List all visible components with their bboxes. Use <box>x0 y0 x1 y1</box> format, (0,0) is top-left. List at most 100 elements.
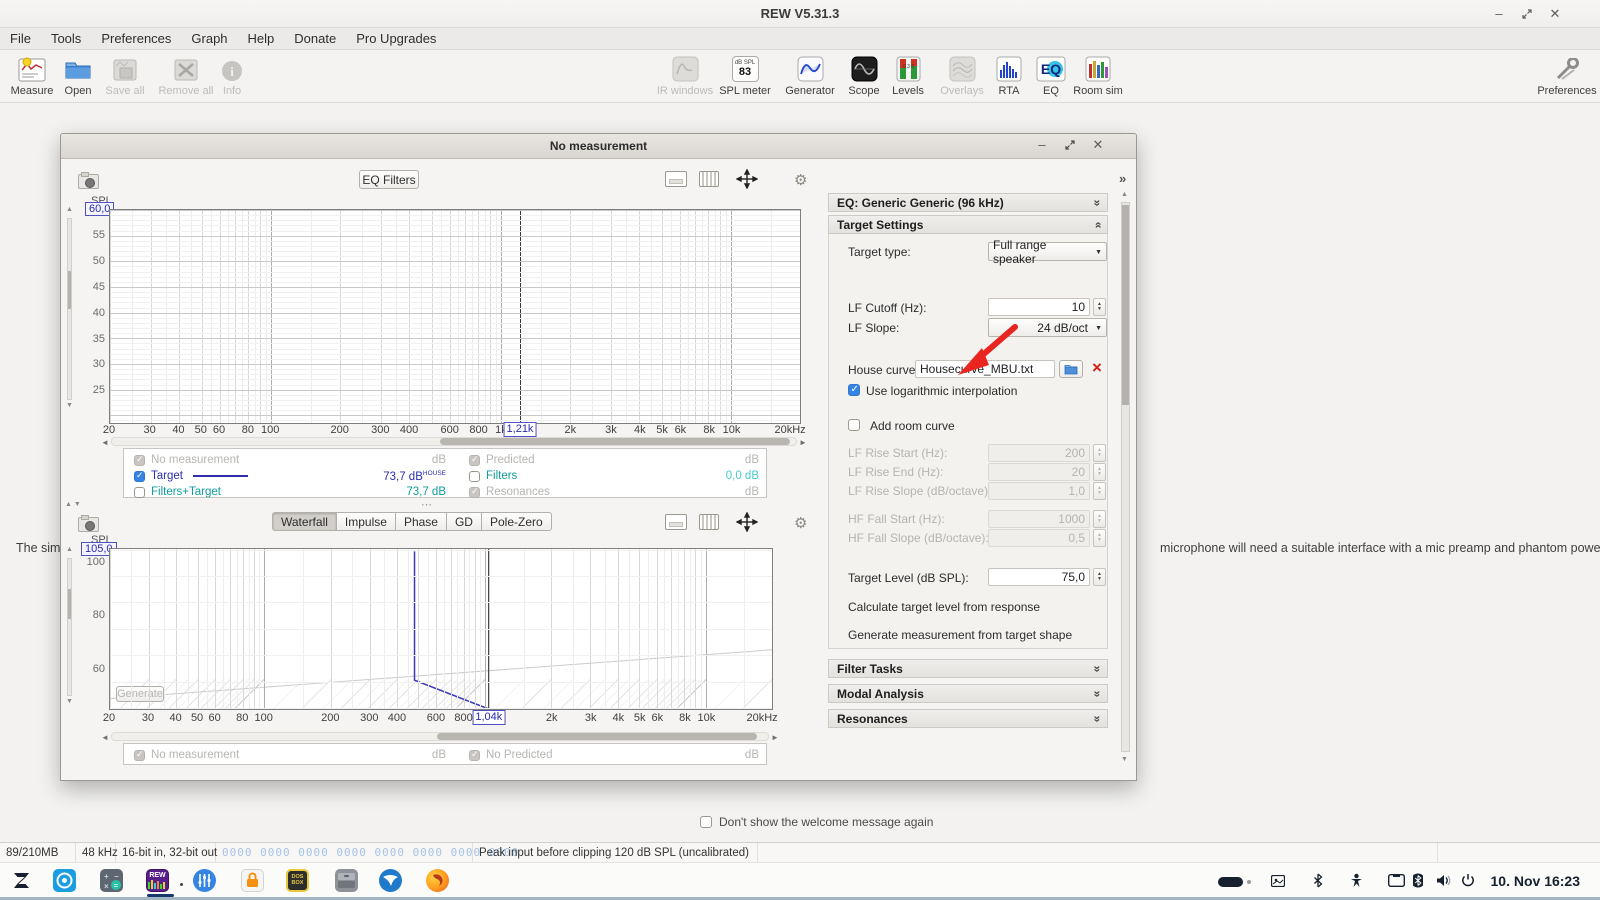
app-minimize-button[interactable]: – <box>1490 5 1508 23</box>
legend-checkbox-icon[interactable] <box>469 487 480 498</box>
spl-meter-button[interactable]: dB SPL 83 SPL meter <box>718 52 772 97</box>
screenshot-icon[interactable] <box>1271 875 1285 887</box>
house-curve-browse-button[interactable] <box>1059 360 1083 378</box>
log-interpolation-checkbox[interactable] <box>848 384 860 396</box>
target-level-spinner[interactable] <box>1093 568 1106 586</box>
rta-button[interactable]: RTA <box>992 52 1026 97</box>
software-store-icon[interactable] <box>53 869 76 892</box>
waterfall-plot[interactable]: Generate <box>109 548 773 710</box>
file-manager-icon[interactable] <box>335 869 358 892</box>
legend-row[interactable]: No Predicted dB <box>469 747 759 763</box>
house-curve-input[interactable]: Housecurve_MBU.txt <box>915 360 1055 378</box>
eq-button[interactable]: EQ EQ <box>1034 52 1068 97</box>
scroll-down-icon[interactable]: ▼ <box>1121 756 1128 763</box>
panel-vscrollbar[interactable] <box>1121 202 1130 752</box>
legend-row[interactable]: Resonances dB <box>469 484 759 500</box>
pane-layout-icon[interactable] <box>699 514 719 530</box>
bottom-graph-hscrollbar[interactable] <box>111 732 769 741</box>
legend-checkbox-icon[interactable] <box>469 750 480 761</box>
menu-item[interactable]: Tools <box>41 29 91 48</box>
graph-layout-icon[interactable] <box>665 171 687 187</box>
graph-tab[interactable]: GD <box>447 512 482 531</box>
accessibility-icon[interactable] <box>1350 873 1363 888</box>
app-close-button[interactable]: ✕ <box>1546 5 1564 23</box>
eq-device-header[interactable]: EQ: Generic Generic (96 kHz) » <box>828 193 1108 212</box>
target-level-input[interactable]: 75,0 <box>988 568 1090 586</box>
menu-item[interactable]: Help <box>238 29 285 48</box>
power-icon[interactable] <box>1461 873 1475 887</box>
legend-row[interactable]: Filters+Target 73,7 dB <box>134 484 446 500</box>
legend-checkbox-icon[interactable] <box>134 455 145 466</box>
measure-button[interactable]: Measure <box>6 52 58 97</box>
filter-tasks-header[interactable]: Filter Tasks » <box>828 659 1108 678</box>
app-restore-button[interactable] <box>1518 5 1536 23</box>
graph-tab[interactable]: Phase <box>396 512 447 531</box>
child-titlebar[interactable]: No measurement – ✕ <box>61 134 1136 159</box>
preferences-button[interactable]: Preferences <box>1536 52 1598 97</box>
thunderbird-icon[interactable] <box>379 869 402 892</box>
add-room-curve-checkbox[interactable] <box>848 419 860 431</box>
room-sim-button[interactable]: Room sim <box>1072 52 1124 97</box>
open-button[interactable]: Open <box>56 52 100 97</box>
scroll-right-icon[interactable]: ► <box>799 438 807 447</box>
pan-zoom-icon[interactable] <box>736 512 758 532</box>
menu-item[interactable]: File <box>0 29 41 48</box>
levels-button[interactable]: 0 3 6 Levels <box>888 52 928 97</box>
menu-item[interactable]: Graph <box>181 29 237 48</box>
capture-graph-icon[interactable] <box>78 517 99 532</box>
battery-icon[interactable] <box>1218 877 1243 887</box>
splitter-arrows-icon[interactable]: ▲ ▼ <box>65 501 81 508</box>
legend-checkbox-icon[interactable] <box>469 471 480 482</box>
calculator-icon[interactable]: +−× = <box>100 869 123 892</box>
child-restore-button[interactable] <box>1061 136 1079 154</box>
scrollbar-thumb[interactable] <box>437 733 757 740</box>
rew-taskbar-icon[interactable]: REW <box>146 869 169 892</box>
top-graph-hscrollbar[interactable] <box>111 437 797 446</box>
lf-cutoff-spinner[interactable] <box>1093 298 1106 316</box>
graph-settings-gear-icon[interactable]: ⚙ <box>794 514 807 532</box>
bluetooth-icon[interactable] <box>1313 873 1323 888</box>
volume-icon[interactable] <box>1436 874 1451 887</box>
capture-graph-icon[interactable] <box>78 174 99 189</box>
legend-checkbox-icon[interactable] <box>469 455 480 466</box>
child-close-button[interactable]: ✕ <box>1089 136 1107 154</box>
generator-button[interactable]: Generator <box>784 52 836 97</box>
audio-settings-icon[interactable] <box>193 869 216 892</box>
tablet-mode-icon[interactable] <box>1388 874 1405 887</box>
legend-row[interactable]: No measurement dB <box>134 452 446 468</box>
house-curve-clear-button[interactable]: × <box>1087 358 1107 378</box>
graph-settings-gear-icon[interactable]: ⚙ <box>794 171 807 189</box>
scope-button[interactable]: Scope <box>845 52 883 97</box>
legend-checkbox-icon[interactable] <box>134 750 145 761</box>
scroll-left-icon[interactable]: ◄ <box>101 438 109 447</box>
scroll-left-icon[interactable]: ◄ <box>101 733 109 742</box>
pane-layout-icon[interactable] <box>699 171 719 187</box>
firefox-icon[interactable] <box>426 869 449 892</box>
graph-tab[interactable]: Waterfall <box>272 512 337 531</box>
lf-slope-dropdown[interactable]: 24 dB/oct <box>988 318 1107 337</box>
menu-item[interactable]: Pro Upgrades <box>346 29 446 48</box>
taskbar-clock[interactable]: 10. Nov 16:23 <box>1491 873 1581 889</box>
eq-filters-button[interactable]: EQ Filters <box>359 170 419 189</box>
target-settings-header[interactable]: Target Settings » <box>828 215 1108 234</box>
legend-checkbox-icon[interactable] <box>134 487 145 498</box>
resonances-header[interactable]: Resonances » <box>828 709 1108 728</box>
bluetooth-icon[interactable] <box>1413 873 1423 888</box>
lf-cutoff-input[interactable]: 10 <box>988 298 1090 316</box>
scroll-right-icon[interactable]: ► <box>771 733 779 742</box>
target-type-dropdown[interactable]: Full range speaker <box>988 242 1107 261</box>
panel-expand-icon[interactable]: » <box>1119 171 1126 186</box>
generate-measurement-button[interactable]: Generate measurement from target shape <box>848 628 1072 642</box>
calculate-target-level-button[interactable]: Calculate target level from response <box>848 600 1040 614</box>
welcome-dont-show-checkbox[interactable]: Don't show the welcome message again <box>700 815 933 829</box>
splitter-handle[interactable]: ⋯ <box>421 498 434 511</box>
zorin-menu-icon[interactable] <box>10 869 33 892</box>
dosbox-icon[interactable]: DOSBOX <box>286 869 309 892</box>
child-minimize-button[interactable]: – <box>1033 136 1051 154</box>
scroll-up-icon[interactable]: ▲ <box>1121 191 1128 198</box>
legend-row[interactable]: Predicted dB <box>469 452 759 468</box>
legend-checkbox-icon[interactable] <box>134 471 145 482</box>
keyring-icon[interactable] <box>241 869 264 892</box>
modal-analysis-header[interactable]: Modal Analysis » <box>828 684 1108 703</box>
spl-graph-plot[interactable] <box>109 209 801 424</box>
